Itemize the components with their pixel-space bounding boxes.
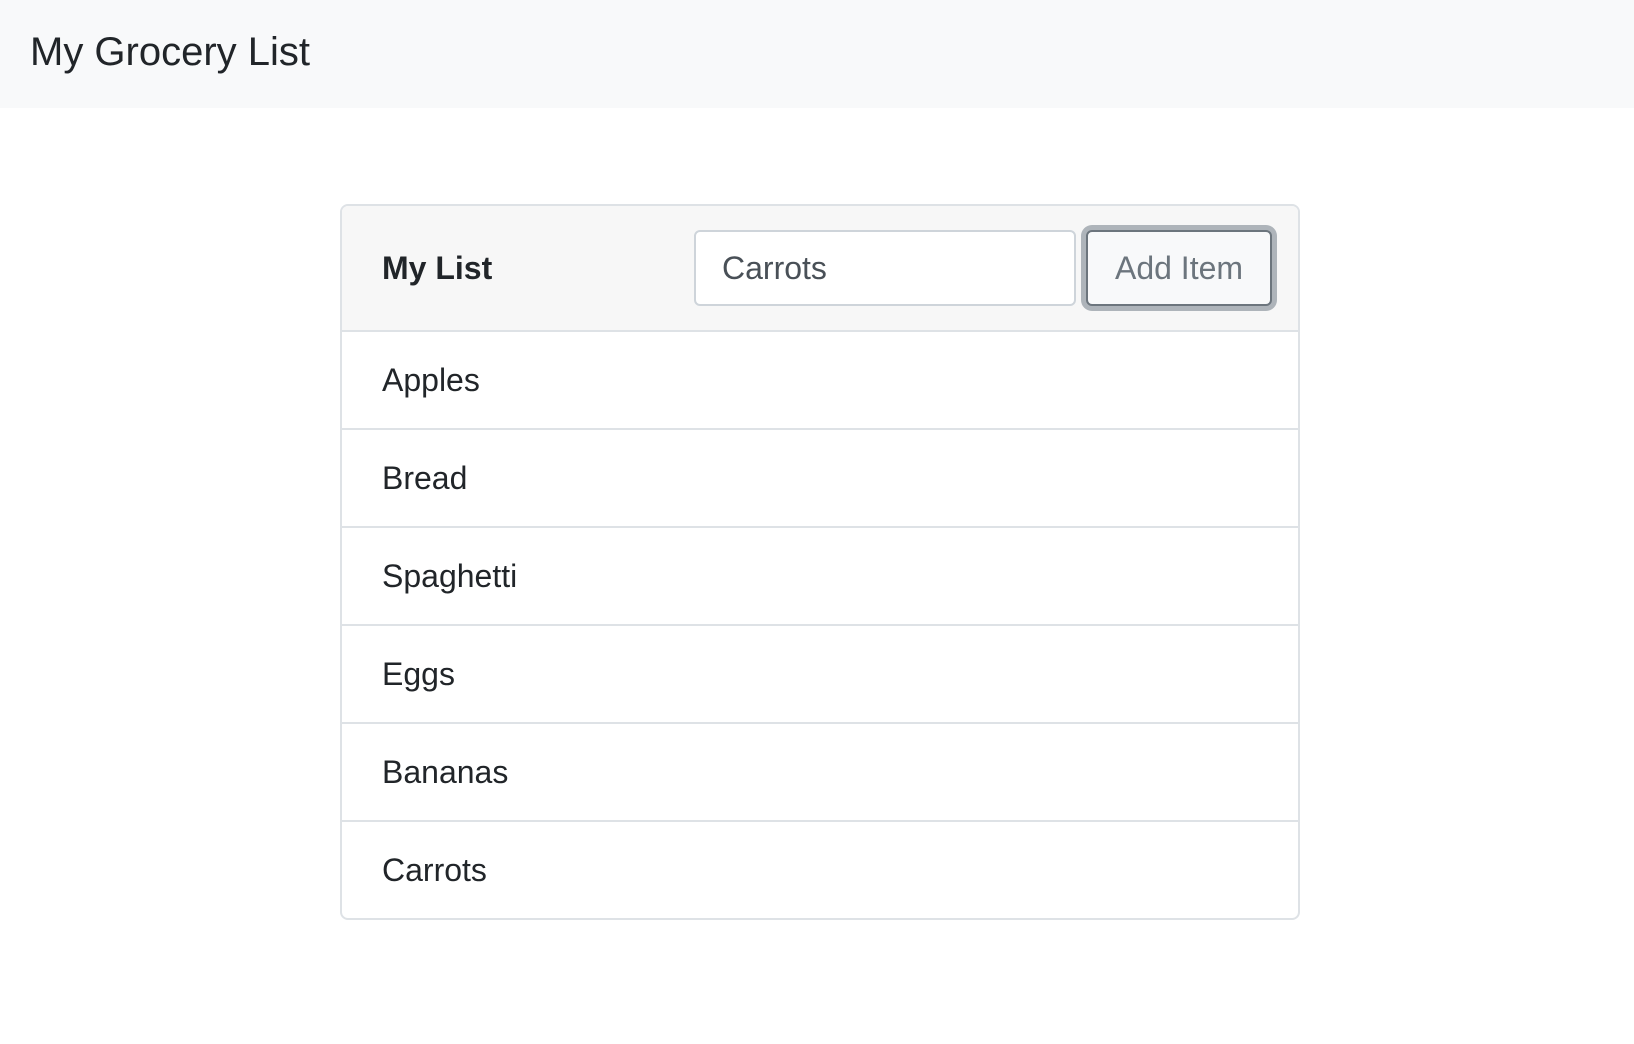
add-item-button[interactable]: Add Item (1086, 230, 1272, 306)
new-item-input[interactable] (694, 230, 1076, 306)
list-item: Carrots (382, 852, 487, 888)
grocery-card: My List Add Item Apples Bread Spaghetti … (340, 204, 1300, 920)
list-item: Eggs (342, 626, 1298, 724)
card-header: My List Add Item (342, 206, 1298, 332)
list-item: Bananas (342, 724, 1298, 822)
navbar: My Grocery List (0, 0, 1634, 108)
list-item: Apples (342, 332, 1298, 430)
grocery-list: Apples Bread Spaghetti Eggs Bananas Carr… (342, 332, 1298, 918)
list-item: Bread (342, 430, 1298, 528)
list-item: Spaghetti (342, 528, 1298, 626)
card-title: My List (382, 250, 493, 286)
app-title[interactable]: My Grocery List (30, 26, 310, 78)
